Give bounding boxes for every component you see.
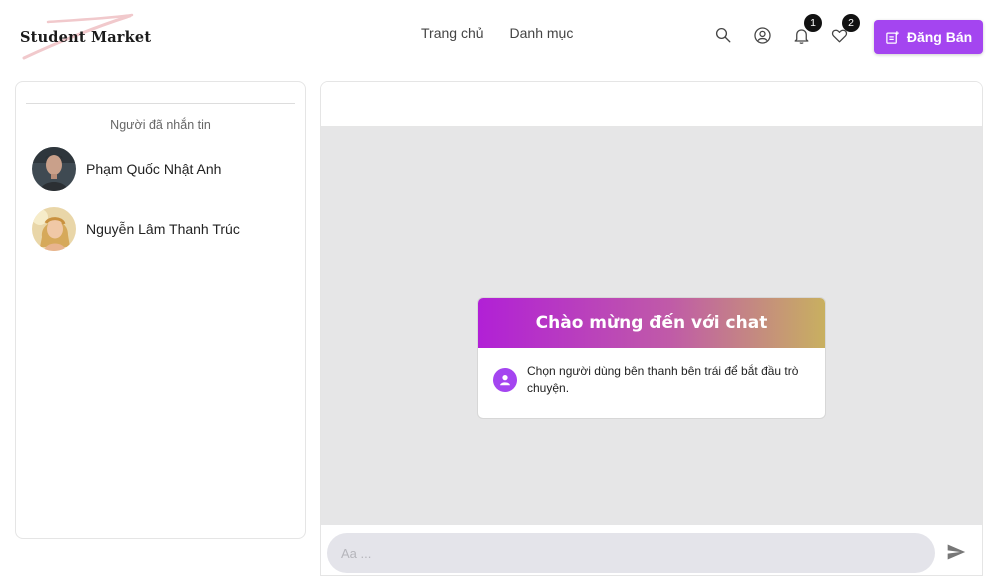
chat-input-bar bbox=[321, 525, 982, 575]
favorites-count-badge: 2 bbox=[842, 14, 860, 32]
contact-item[interactable]: Phạm Quốc Nhật Anh bbox=[32, 147, 221, 191]
post-item-button[interactable]: Đăng Bán bbox=[874, 20, 983, 54]
welcome-card: Chào mừng đến với chat Chọn người dùng b… bbox=[477, 297, 826, 419]
contact-name: Phạm Quốc Nhật Anh bbox=[86, 161, 222, 177]
header: Student Market Trang chủ Danh mục 1 2 Đă… bbox=[0, 0, 997, 72]
avatar bbox=[32, 207, 76, 251]
message-input[interactable] bbox=[327, 533, 935, 573]
notifications-button[interactable]: 1 bbox=[790, 14, 822, 46]
account-button[interactable] bbox=[751, 24, 773, 46]
send-button[interactable] bbox=[945, 541, 967, 563]
person-icon bbox=[493, 368, 517, 392]
avatar-photo-icon bbox=[32, 207, 76, 251]
post-add-icon bbox=[886, 30, 899, 44]
sidebar-divider bbox=[26, 103, 295, 104]
main-nav: Trang chủ Danh mục bbox=[421, 25, 573, 41]
welcome-card-header: Chào mừng đến với chat bbox=[478, 298, 825, 348]
chat-panel: Chào mừng đến với chat Chọn người dùng b… bbox=[320, 81, 983, 576]
avatar-photo-icon bbox=[32, 147, 76, 191]
avatar bbox=[32, 147, 76, 191]
notifications-count-badge: 1 bbox=[804, 14, 822, 32]
contact-item[interactable]: Nguyễn Lâm Thanh Trúc bbox=[32, 207, 240, 251]
conversations-sidebar: Người đã nhắn tin Phạm Quốc Nhật Anh Ngu… bbox=[15, 81, 306, 539]
logo-text: Student Market bbox=[20, 29, 152, 46]
welcome-card-body: Chọn người dùng bên thanh bên trái để bắ… bbox=[478, 348, 825, 397]
search-icon bbox=[715, 27, 731, 43]
user-circle-icon bbox=[753, 26, 771, 44]
post-item-label: Đăng Bán bbox=[906, 29, 973, 45]
contact-name: Nguyễn Lâm Thanh Trúc bbox=[86, 221, 240, 237]
sidebar-title: Người đã nhắn tin bbox=[110, 118, 211, 132]
welcome-title: Chào mừng đến với chat bbox=[535, 313, 768, 333]
welcome-text: Chọn người dùng bên thanh bên trái để bắ… bbox=[527, 364, 799, 395]
send-icon bbox=[947, 544, 966, 560]
favorites-button[interactable]: 2 bbox=[828, 14, 860, 46]
search-button[interactable] bbox=[712, 24, 734, 46]
nav-category-link[interactable]: Danh mục bbox=[510, 25, 574, 41]
chat-messages-area: Chào mừng đến với chat Chọn người dùng b… bbox=[321, 127, 982, 525]
nav-home-link[interactable]: Trang chủ bbox=[421, 25, 484, 41]
chat-header bbox=[321, 82, 982, 127]
logo[interactable]: Student Market bbox=[18, 12, 152, 62]
